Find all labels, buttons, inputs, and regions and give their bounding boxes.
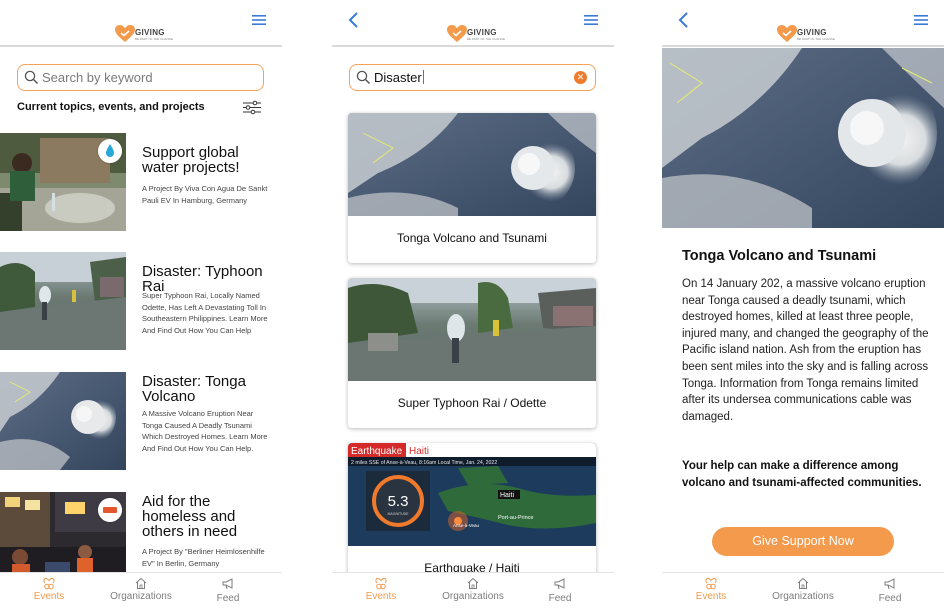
item-title: Disaster: Tonga Volcano <box>142 373 246 405</box>
typhoon-flooded-street-photo <box>0 252 126 350</box>
search-icon <box>356 70 371 85</box>
tab-events[interactable]: Events <box>341 575 421 607</box>
hamburger-menu-icon[interactable] <box>584 14 598 26</box>
home-icon <box>467 577 479 589</box>
map-label-haiti: Haiti <box>500 492 514 499</box>
event-detail-screen: GIVING BE PART OF THE CHANGE Tonga Volca… <box>662 0 944 608</box>
detail-call-to-action: Your help can make a difference among vo… <box>682 460 922 489</box>
brand-tagline: BE PART OF THE CHANGE <box>135 37 173 41</box>
item-title: Support global water projects! <box>142 144 240 176</box>
app-header: GIVING BE PART OF THE CHANGE <box>662 0 944 47</box>
tab-organizations[interactable]: Organizations <box>101 575 181 607</box>
search-input[interactable]: Search by keyword <box>17 64 264 91</box>
tab-label: Organizations <box>110 591 172 602</box>
news-ticker: 2 miles SSE of Anse-à-Veau, 8:16am Local… <box>351 460 497 466</box>
events-icon <box>375 577 387 590</box>
tab-label: Feed <box>548 593 572 604</box>
filter-sliders-icon[interactable] <box>243 100 261 115</box>
tab-events[interactable]: Events <box>671 575 751 607</box>
result-card-typhoon[interactable]: Super Typhoon Rai / Odette <box>348 278 596 428</box>
hamburger-menu-icon[interactable] <box>914 14 928 26</box>
brand-name: GIVING <box>797 28 827 37</box>
search-placeholder: Search by keyword <box>42 70 153 85</box>
organization-badge-icon <box>98 498 122 522</box>
megaphone-icon <box>554 578 565 590</box>
organization-badge-icon <box>98 139 122 163</box>
magnitude-value: 5.3 <box>388 493 409 510</box>
tab-organizations[interactable]: Organizations <box>763 575 843 607</box>
brand-tagline: BE PART OF THE CHANGE <box>467 37 505 41</box>
events-icon <box>43 577 55 590</box>
result-card-tonga[interactable]: Tonga Volcano and Tsunami <box>348 113 596 263</box>
search-icon <box>24 70 39 85</box>
result-card-earthquake[interactable]: Earthquake Haiti 2 miles SSE of Anse-à-V… <box>348 443 596 593</box>
typhoon-flooded-street-photo <box>348 278 596 381</box>
events-icon <box>705 577 717 590</box>
tonga-satellite-photo <box>0 372 126 470</box>
bottom-navigation: Events Organizations Feed <box>0 572 282 608</box>
card-caption: Super Typhoon Rai / Odette <box>397 396 547 410</box>
tab-label: Events <box>33 591 65 602</box>
detail-description: On 14 January 202, a massive volcano eru… <box>682 278 929 423</box>
heart-icon <box>115 25 135 42</box>
back-arrow-icon[interactable] <box>676 11 692 29</box>
home-icon <box>135 577 147 589</box>
tonga-satellite-photo <box>348 113 596 216</box>
item-description: A Project By "Berliner Heimlosenhilfe EV… <box>142 547 265 568</box>
banner-earthquake: Earthquake <box>351 446 403 457</box>
tab-organizations[interactable]: Organizations <box>433 575 513 607</box>
tab-label: Organizations <box>772 591 834 602</box>
give-support-button[interactable]: Give Support Now <box>712 527 894 556</box>
item-description: A Massive Volcano Eruption Near Tonga Ca… <box>142 409 268 453</box>
list-item-tonga-volcano[interactable]: Disaster: Tonga Volcano A Massive Volcan… <box>0 372 282 470</box>
brand-name: GIVING <box>135 28 165 37</box>
detail-title: Tonga Volcano and Tsunami <box>682 248 877 264</box>
megaphone-icon <box>884 578 895 590</box>
tab-label: Feed <box>878 593 902 604</box>
tab-feed[interactable]: Feed <box>188 575 268 607</box>
tab-feed[interactable]: Feed <box>520 575 600 607</box>
search-results-screen: GIVING BE PART OF THE CHANGE Disaster ✕ <box>332 0 614 608</box>
tab-label: Feed <box>216 593 240 604</box>
clear-search-icon[interactable]: ✕ <box>574 71 587 84</box>
map-label-port-au-prince: Port-au-Prince <box>498 515 533 521</box>
list-item-water-projects[interactable]: Support global water projects! A Project… <box>0 133 282 231</box>
water-project-photo <box>0 133 126 231</box>
text-cursor <box>422 70 424 84</box>
tab-feed[interactable]: Feed <box>850 575 930 607</box>
list-item-typhoon-rai[interactable]: Disaster: Typhoon Rai Super Typhoon Rai,… <box>0 252 282 350</box>
megaphone-icon <box>222 578 233 590</box>
app-logo: GIVING BE PART OF THE CHANGE <box>777 25 835 45</box>
tab-events[interactable]: Events <box>9 575 89 607</box>
bottom-navigation: Events Organizations Feed <box>662 572 944 608</box>
banner-haiti: Haiti <box>409 446 429 457</box>
app-header: GIVING BE PART OF THE CHANGE <box>332 0 614 47</box>
heart-icon <box>777 25 797 42</box>
search-query-value: Disaster <box>374 70 424 85</box>
earthquake-news-graphic: Earthquake Haiti 2 miles SSE of Anse-à-V… <box>348 443 596 546</box>
home-icon <box>797 577 809 589</box>
topics-heading: Current topics, events, and projects <box>17 101 205 113</box>
card-caption: Tonga Volcano and Tsunami <box>397 231 547 245</box>
brand-name: GIVING <box>467 28 497 37</box>
heart-icon <box>447 25 467 42</box>
home-screen: GIVING BE PART OF THE CHANGE Search by k… <box>0 0 282 608</box>
tab-label: Events <box>695 591 727 602</box>
item-description: A Project By Viva Con Agua De Sankt Paul… <box>142 184 268 205</box>
tab-label: Events <box>365 591 397 602</box>
map-label-anse-a-veau: Anse-à-Veau <box>453 523 480 528</box>
hamburger-menu-icon[interactable] <box>252 14 266 26</box>
magnitude-label: MAGNITUDE <box>388 512 410 516</box>
app-logo: GIVING BE PART OF THE CHANGE <box>447 25 505 45</box>
app-header: GIVING BE PART OF THE CHANGE <box>0 0 282 47</box>
bottom-navigation: Events Organizations Feed <box>332 572 614 608</box>
brand-tagline: BE PART OF THE CHANGE <box>797 37 835 41</box>
app-logo: GIVING BE PART OF THE CHANGE <box>115 25 173 45</box>
tab-label: Organizations <box>442 591 504 602</box>
back-arrow-icon[interactable] <box>346 11 362 29</box>
tonga-satellite-hero-image <box>662 48 944 228</box>
item-description: Super Typhoon Rai, Locally Named Odette,… <box>142 291 268 335</box>
item-title: Aid for the homeless and others in need <box>142 493 238 540</box>
search-input[interactable]: Disaster ✕ <box>349 64 596 91</box>
